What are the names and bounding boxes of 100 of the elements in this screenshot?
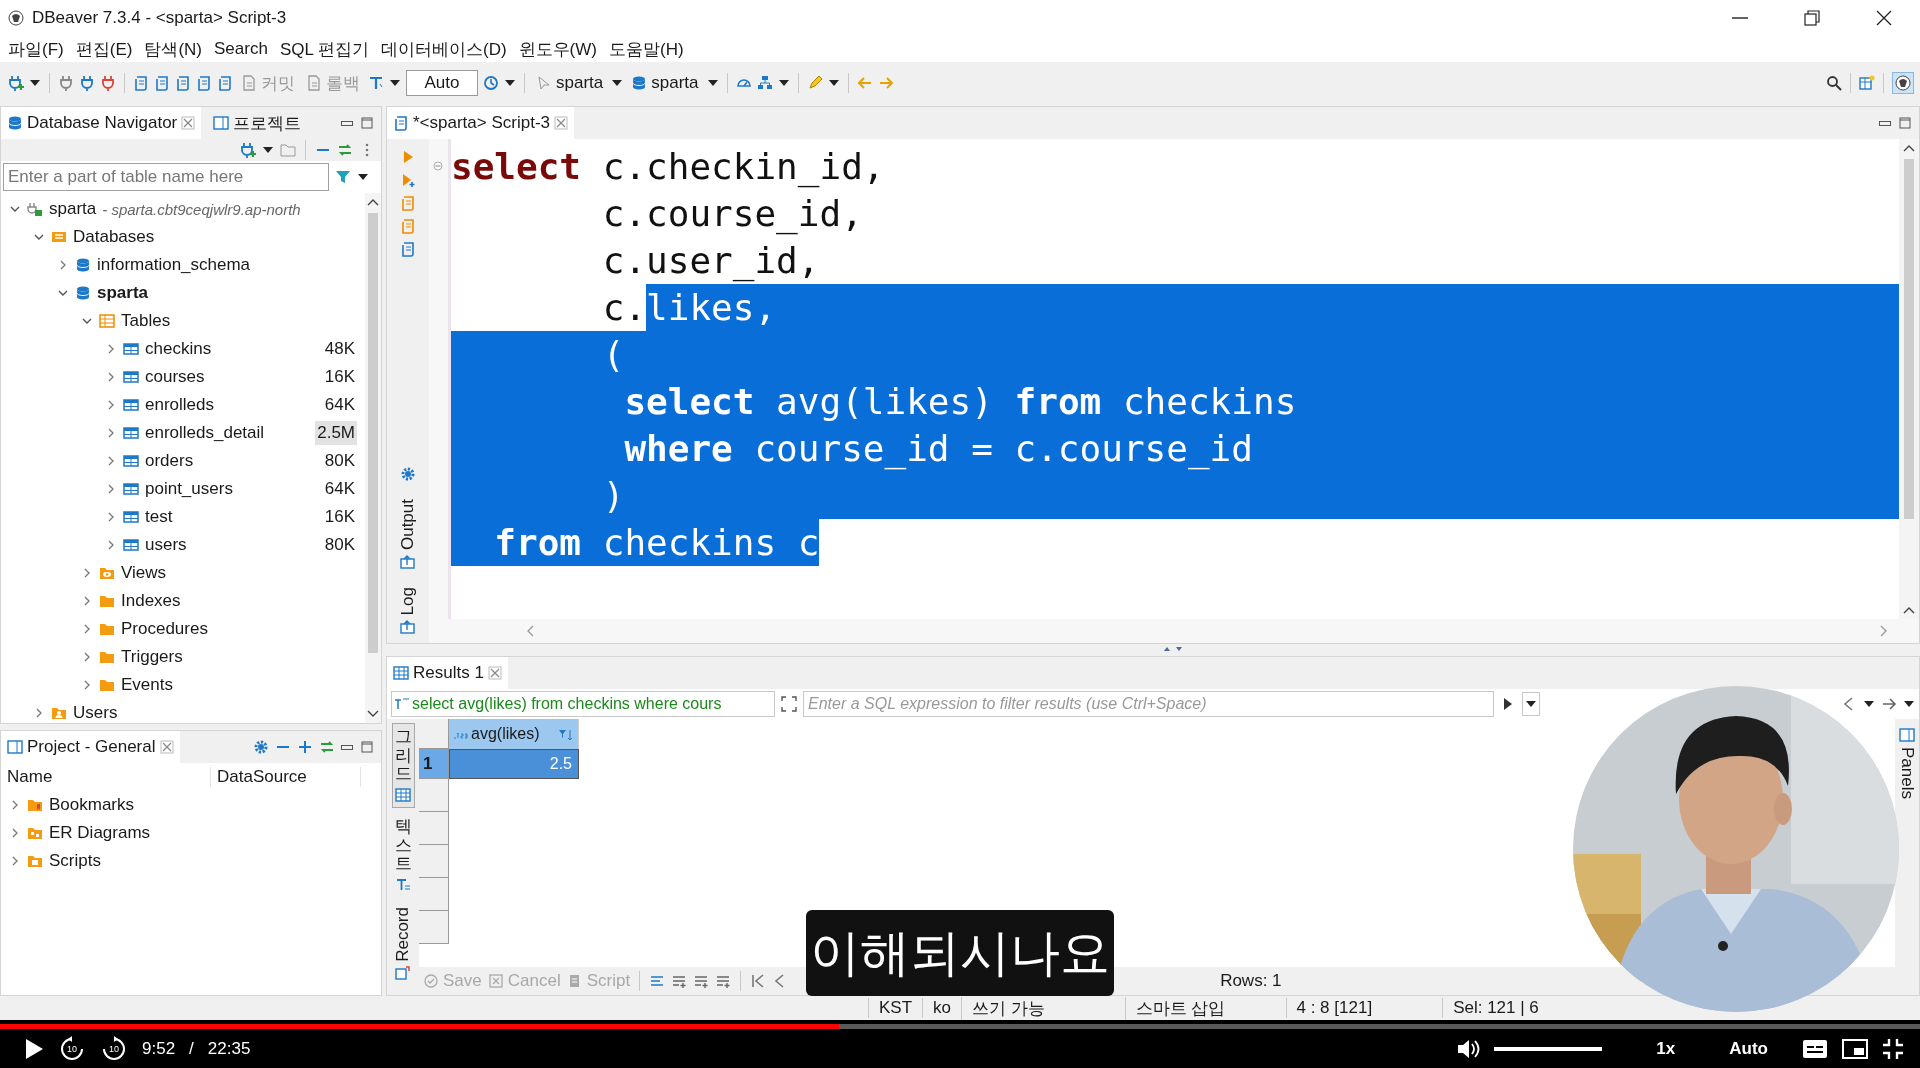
scrollbar[interactable] — [429, 619, 1919, 643]
scrollbar[interactable] — [1899, 139, 1919, 619]
copy-row-icon[interactable] — [693, 973, 710, 989]
perspective-button[interactable] — [1892, 72, 1914, 94]
miniplayer-button[interactable] — [1842, 1038, 1868, 1059]
maximize-icon[interactable] — [1897, 115, 1913, 131]
side-tab[interactable]: Output — [398, 498, 418, 550]
fullscreen-exit-button[interactable] — [1882, 1037, 1904, 1060]
scroll-up-icon[interactable] — [1903, 143, 1915, 153]
fold-icon[interactable] — [433, 161, 443, 171]
tree-item[interactable]: sparta — [49, 199, 97, 219]
maximize-icon[interactable] — [359, 739, 375, 755]
side-tab[interactable]: Log — [398, 586, 418, 615]
expand-icon[interactable] — [781, 696, 797, 712]
results-tab[interactable]: Results 1 — [387, 657, 508, 689]
network-icon[interactable] — [756, 75, 773, 91]
edit-lines-icon[interactable] — [649, 973, 666, 989]
forward-arrow-icon[interactable] — [1881, 696, 1897, 712]
gear-icon[interactable] — [253, 739, 269, 755]
link-icon[interactable] — [337, 142, 353, 158]
tree-item[interactable]: Procedures — [121, 619, 208, 639]
search-field[interactable]: Enter a part of table name here — [3, 163, 329, 191]
scroll-down-icon[interactable] — [1903, 605, 1915, 615]
column-header[interactable]: DataSource — [211, 767, 361, 787]
plug-plus-icon[interactable] — [8, 75, 24, 91]
close-icon[interactable] — [487, 666, 502, 680]
tree-item[interactable]: Bookmarks — [49, 795, 135, 815]
tree-item[interactable]: Events — [121, 675, 173, 695]
tree-item[interactable]: enrolleds_detail — [145, 423, 265, 443]
script-icon[interactable] — [400, 241, 416, 257]
datasource-button[interactable]: sparta — [533, 71, 607, 95]
format-icon[interactable] — [368, 75, 384, 91]
scroll-right-icon[interactable] — [1879, 625, 1889, 637]
close-icon[interactable] — [181, 116, 196, 130]
minimize-icon[interactable] — [341, 744, 353, 750]
menu-item[interactable]: 윈도우(W) — [512, 37, 603, 61]
tree-item[interactable]: Databases — [73, 227, 155, 247]
maximize-icon[interactable] — [359, 115, 375, 131]
run-plus-icon[interactable] — [400, 172, 416, 188]
filter-icon[interactable] — [558, 728, 574, 740]
output-icon[interactable] — [400, 619, 416, 635]
script-icon[interactable] — [217, 75, 233, 91]
panel-icon[interactable] — [1899, 727, 1915, 743]
tree-item[interactable]: information_schema — [97, 255, 251, 275]
add-row-icon[interactable] — [671, 973, 688, 989]
column-header[interactable]: avg(likes) — [449, 719, 579, 749]
tree-item[interactable]: orders — [145, 451, 194, 471]
output-icon[interactable] — [400, 553, 416, 570]
volume-slider[interactable] — [1494, 1046, 1603, 1051]
filter-icon[interactable] — [335, 169, 351, 185]
panel-tab[interactable]: Project - General — [1, 731, 180, 763]
menu-item[interactable]: 편집(E) — [69, 37, 139, 61]
menu-item[interactable]: 파일(F) — [2, 37, 70, 61]
menu-item[interactable]: SQL 편집기 — [273, 37, 375, 61]
panel-tab[interactable]: Database Navigator — [1, 107, 202, 139]
view-tab[interactable]: Record — [391, 903, 415, 985]
commit-mode-button[interactable]: Auto — [406, 70, 478, 96]
plug-icon[interactable] — [58, 75, 74, 91]
link-icon[interactable] — [319, 739, 335, 755]
scroll-down-icon[interactable] — [367, 709, 379, 719]
scrollbar[interactable] — [365, 193, 381, 723]
clock-icon[interactable] — [483, 75, 499, 91]
tree-item[interactable]: users — [145, 535, 187, 555]
tree-item[interactable]: test — [145, 507, 173, 527]
search-icon[interactable] — [1826, 75, 1842, 91]
view-tab[interactable]: 그리드 — [391, 723, 415, 809]
tree-item[interactable]: enrolleds — [145, 395, 214, 415]
tree-item[interactable]: Users — [73, 703, 118, 723]
script-icon[interactable] — [133, 75, 149, 91]
tree-item[interactable]: Triggers — [121, 647, 183, 667]
delete-row-icon[interactable] — [715, 973, 732, 989]
tree-item[interactable]: Tables — [121, 311, 171, 331]
plug-plus-icon[interactable] — [240, 142, 256, 158]
schema-button[interactable]: sparta — [628, 71, 702, 95]
menu-item[interactable]: 데이터베이스(D) — [375, 37, 513, 61]
tree-item[interactable]: Scripts — [49, 851, 101, 871]
close-icon[interactable] — [159, 740, 174, 754]
scroll-up-icon[interactable] — [367, 197, 379, 207]
row-number[interactable]: 1 — [419, 749, 449, 779]
rewind-button[interactable]: 10 — [58, 1034, 86, 1063]
tree-item[interactable]: courses — [145, 367, 205, 387]
tree-item[interactable]: Views — [121, 563, 167, 583]
gear-icon[interactable] — [400, 465, 416, 482]
editor-tab[interactable]: *<sparta> Script-3 — [387, 107, 574, 139]
quality-button[interactable]: Auto — [1709, 1038, 1788, 1059]
perspective-icon[interactable] — [1859, 75, 1875, 91]
menu-item[interactable]: 탐색(N) — [138, 37, 208, 61]
script-icon[interactable] — [154, 75, 170, 91]
forward-button[interactable]: 10 — [100, 1034, 128, 1063]
script-icon[interactable] — [175, 75, 191, 91]
panels-tab[interactable]: Panels — [1897, 747, 1917, 799]
tab-label[interactable]: Database Navigator — [27, 113, 178, 133]
volume-button[interactable] — [1456, 1037, 1481, 1060]
tree-item[interactable]: Indexes — [121, 591, 181, 611]
tree-item[interactable]: checkins — [145, 339, 212, 359]
console-icon[interactable] — [196, 75, 212, 91]
play-button[interactable] — [24, 1037, 44, 1060]
dropdown-button[interactable] — [1522, 692, 1540, 716]
captions-button[interactable] — [1802, 1038, 1828, 1059]
tab-label[interactable]: *<sparta> Script-3 — [413, 113, 550, 133]
